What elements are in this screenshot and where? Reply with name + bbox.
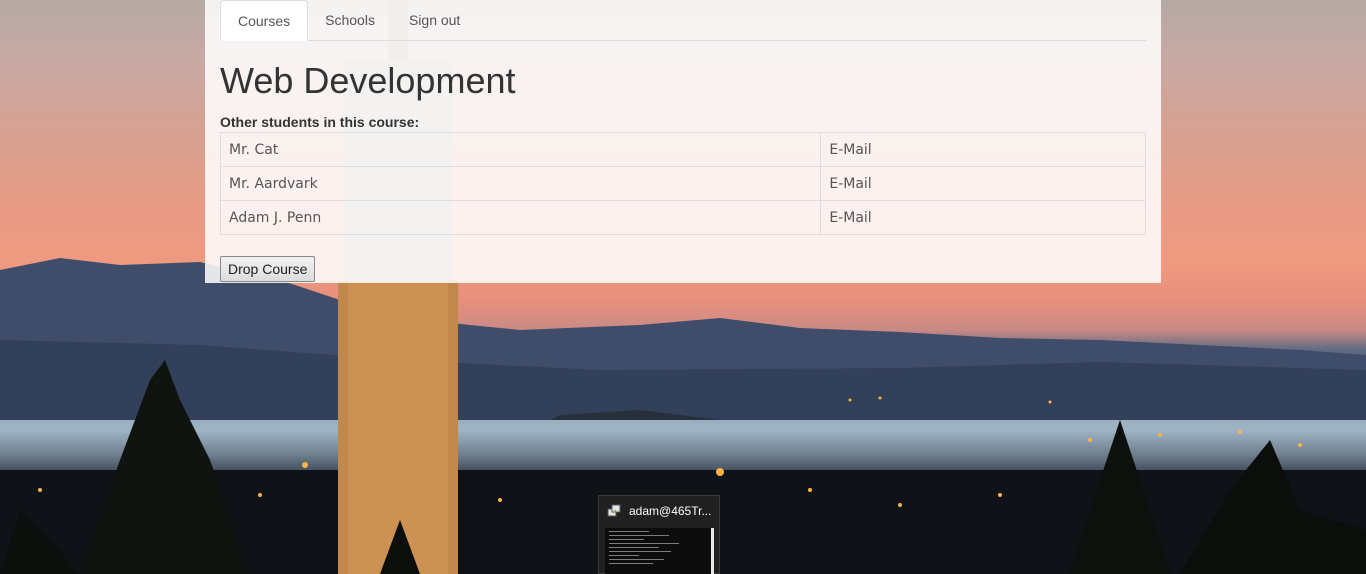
desktop-background: Courses Schools Sign out Web Development… [0, 0, 1366, 574]
student-name: Adam J. Penn [219, 200, 822, 235]
nav-tabs: Courses Schools Sign out [220, 0, 1146, 41]
student-name: Mr. Cat [219, 132, 822, 167]
drop-course-button[interactable]: Drop Course [220, 256, 316, 282]
students-label: Other students in this course: [220, 114, 420, 130]
tab-sign-out[interactable]: Sign out [392, 0, 477, 40]
email-cell: E-Mail [820, 200, 1146, 235]
email-cell: E-Mail [820, 166, 1146, 201]
email-cell: E-Mail [820, 132, 1146, 167]
students-table: Mr. Cat E-Mail Mr. Aardvark E-Mail Adam … [219, 132, 1146, 235]
table-row: Mr. Cat E-Mail [219, 132, 1146, 167]
terminal-thumbnail [605, 528, 714, 574]
tab-courses[interactable]: Courses [220, 0, 309, 41]
preview-title: adam@465Tr... [629, 504, 712, 518]
email-link[interactable]: E-Mail [829, 142, 871, 158]
preview-header: adam@465Tr... [599, 496, 719, 526]
page-title: Web Development [220, 60, 516, 101]
page-panel: Courses Schools Sign out Web Development… [205, 0, 1161, 283]
table-row: Adam J. Penn E-Mail [219, 200, 1146, 235]
putty-terminal-icon [607, 504, 621, 517]
student-name: Mr. Aardvark [219, 166, 822, 201]
email-link[interactable]: E-Mail [829, 176, 871, 192]
table-row: Mr. Aardvark E-Mail [219, 166, 1146, 201]
taskbar-window-preview[interactable]: adam@465Tr... [598, 495, 720, 574]
email-link[interactable]: E-Mail [829, 210, 871, 226]
tab-schools[interactable]: Schools [308, 0, 392, 40]
